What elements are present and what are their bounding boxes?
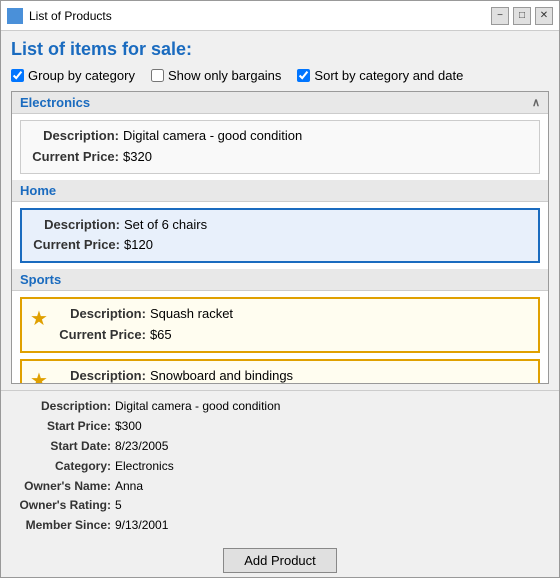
description-label: Description: bbox=[30, 215, 120, 236]
add-product-button[interactable]: Add Product bbox=[223, 548, 337, 573]
category-name-home: Home bbox=[20, 183, 56, 198]
content-area: List of items for sale: Group by categor… bbox=[1, 31, 559, 390]
category-header-sports[interactable]: Sports bbox=[12, 269, 548, 291]
detail-category-label: Category: bbox=[11, 457, 111, 477]
show-only-bargains-label: Show only bargains bbox=[168, 68, 281, 83]
product-list[interactable]: Electronics ∧ Description: Digital camer… bbox=[11, 91, 549, 384]
list-item[interactable]: Description: Set of 6 chairs Current Pri… bbox=[20, 208, 540, 264]
detail-start-price-value: $300 bbox=[115, 417, 142, 437]
window-icon bbox=[7, 8, 23, 24]
product-price-value: $65 bbox=[150, 325, 172, 346]
sort-by-category-date-label: Sort by category and date bbox=[314, 68, 463, 83]
product-description-row: Description: Squash racket bbox=[56, 304, 530, 325]
list-item[interactable]: Description: Digital camera - good condi… bbox=[20, 120, 540, 174]
collapse-electronics-icon[interactable]: ∧ bbox=[532, 96, 540, 109]
detail-owners-rating-label: Owner's Rating: bbox=[11, 496, 111, 516]
description-label: Description: bbox=[29, 126, 119, 147]
bargain-star-icon: ★ bbox=[30, 368, 48, 385]
window-controls: − □ ✕ bbox=[491, 7, 553, 25]
detail-owners-rating-row: Owner's Rating: 5 bbox=[11, 496, 549, 516]
product-description-row: Description: Digital camera - good condi… bbox=[29, 126, 531, 147]
window-title: List of Products bbox=[29, 9, 491, 23]
detail-description-label: Description: bbox=[11, 397, 111, 417]
list-item[interactable]: ★ Description: Squash racket Current Pri… bbox=[20, 297, 540, 353]
product-description-value: Digital camera - good condition bbox=[123, 126, 302, 147]
product-description-value: Set of 6 chairs bbox=[124, 215, 207, 236]
description-label: Description: bbox=[56, 304, 146, 325]
product-price-value: $320 bbox=[123, 147, 152, 168]
detail-member-since-row: Member Since: 9/13/2001 bbox=[11, 516, 549, 536]
product-description-value: Snowboard and bindings bbox=[150, 366, 293, 385]
detail-category-value: Electronics bbox=[115, 457, 174, 477]
product-details: Description: Snowboard and bindings Curr… bbox=[56, 366, 530, 385]
detail-owners-rating-value: 5 bbox=[115, 496, 122, 516]
group-by-category-label: Group by category bbox=[28, 68, 135, 83]
detail-start-date-value: 8/23/2005 bbox=[115, 437, 168, 457]
main-window: List of Products − □ ✕ List of items for… bbox=[0, 0, 560, 578]
list-item[interactable]: ★ Description: Snowboard and bindings Cu… bbox=[20, 359, 540, 385]
sort-by-category-date-checkbox[interactable]: Sort by category and date bbox=[297, 68, 463, 83]
title-bar: List of Products − □ ✕ bbox=[1, 1, 559, 31]
group-by-category-input[interactable] bbox=[11, 69, 24, 82]
current-price-label: Current Price: bbox=[30, 235, 120, 256]
product-price-row: Current Price: $320 bbox=[29, 147, 531, 168]
category-header-electronics[interactable]: Electronics ∧ bbox=[12, 92, 548, 114]
category-header-home[interactable]: Home bbox=[12, 180, 548, 202]
current-price-label: Current Price: bbox=[29, 147, 119, 168]
product-price-value: $120 bbox=[124, 235, 153, 256]
detail-start-date-row: Start Date: 8/23/2005 bbox=[11, 437, 549, 457]
minimize-button[interactable]: − bbox=[491, 7, 509, 25]
maximize-button[interactable]: □ bbox=[513, 7, 531, 25]
page-title: List of items for sale: bbox=[11, 39, 549, 60]
category-name-electronics: Electronics bbox=[20, 95, 90, 110]
current-price-label: Current Price: bbox=[56, 325, 146, 346]
detail-member-since-label: Member Since: bbox=[11, 516, 111, 536]
checkboxes-row: Group by category Show only bargains Sor… bbox=[11, 68, 549, 83]
product-description-row: Description: Snowboard and bindings bbox=[56, 366, 530, 385]
bargain-star-icon: ★ bbox=[30, 306, 48, 331]
category-name-sports: Sports bbox=[20, 272, 61, 287]
detail-start-price-label: Start Price: bbox=[11, 417, 111, 437]
detail-member-since-value: 9/13/2001 bbox=[115, 516, 168, 536]
show-only-bargains-checkbox[interactable]: Show only bargains bbox=[151, 68, 281, 83]
product-price-row: Current Price: $120 bbox=[30, 235, 530, 256]
detail-owners-name-label: Owner's Name: bbox=[11, 477, 111, 497]
footer: Add Product bbox=[1, 542, 559, 577]
detail-start-price-row: Start Price: $300 bbox=[11, 417, 549, 437]
product-description-value: Squash racket bbox=[150, 304, 233, 325]
close-button[interactable]: ✕ bbox=[535, 7, 553, 25]
detail-category-row: Category: Electronics bbox=[11, 457, 549, 477]
sort-by-category-date-input[interactable] bbox=[297, 69, 310, 82]
detail-start-date-label: Start Date: bbox=[11, 437, 111, 457]
detail-description-value: Digital camera - good condition bbox=[115, 397, 280, 417]
description-label: Description: bbox=[56, 366, 146, 385]
detail-owners-name-value: Anna bbox=[115, 477, 143, 497]
detail-owners-name-row: Owner's Name: Anna bbox=[11, 477, 549, 497]
product-description-row: Description: Set of 6 chairs bbox=[30, 215, 530, 236]
group-by-category-checkbox[interactable]: Group by category bbox=[11, 68, 135, 83]
product-price-row: Current Price: $65 bbox=[56, 325, 530, 346]
product-details: Description: Squash racket Current Price… bbox=[56, 304, 530, 346]
detail-panel: Description: Digital camera - good condi… bbox=[1, 390, 559, 542]
show-only-bargains-input[interactable] bbox=[151, 69, 164, 82]
detail-description-row: Description: Digital camera - good condi… bbox=[11, 397, 549, 417]
